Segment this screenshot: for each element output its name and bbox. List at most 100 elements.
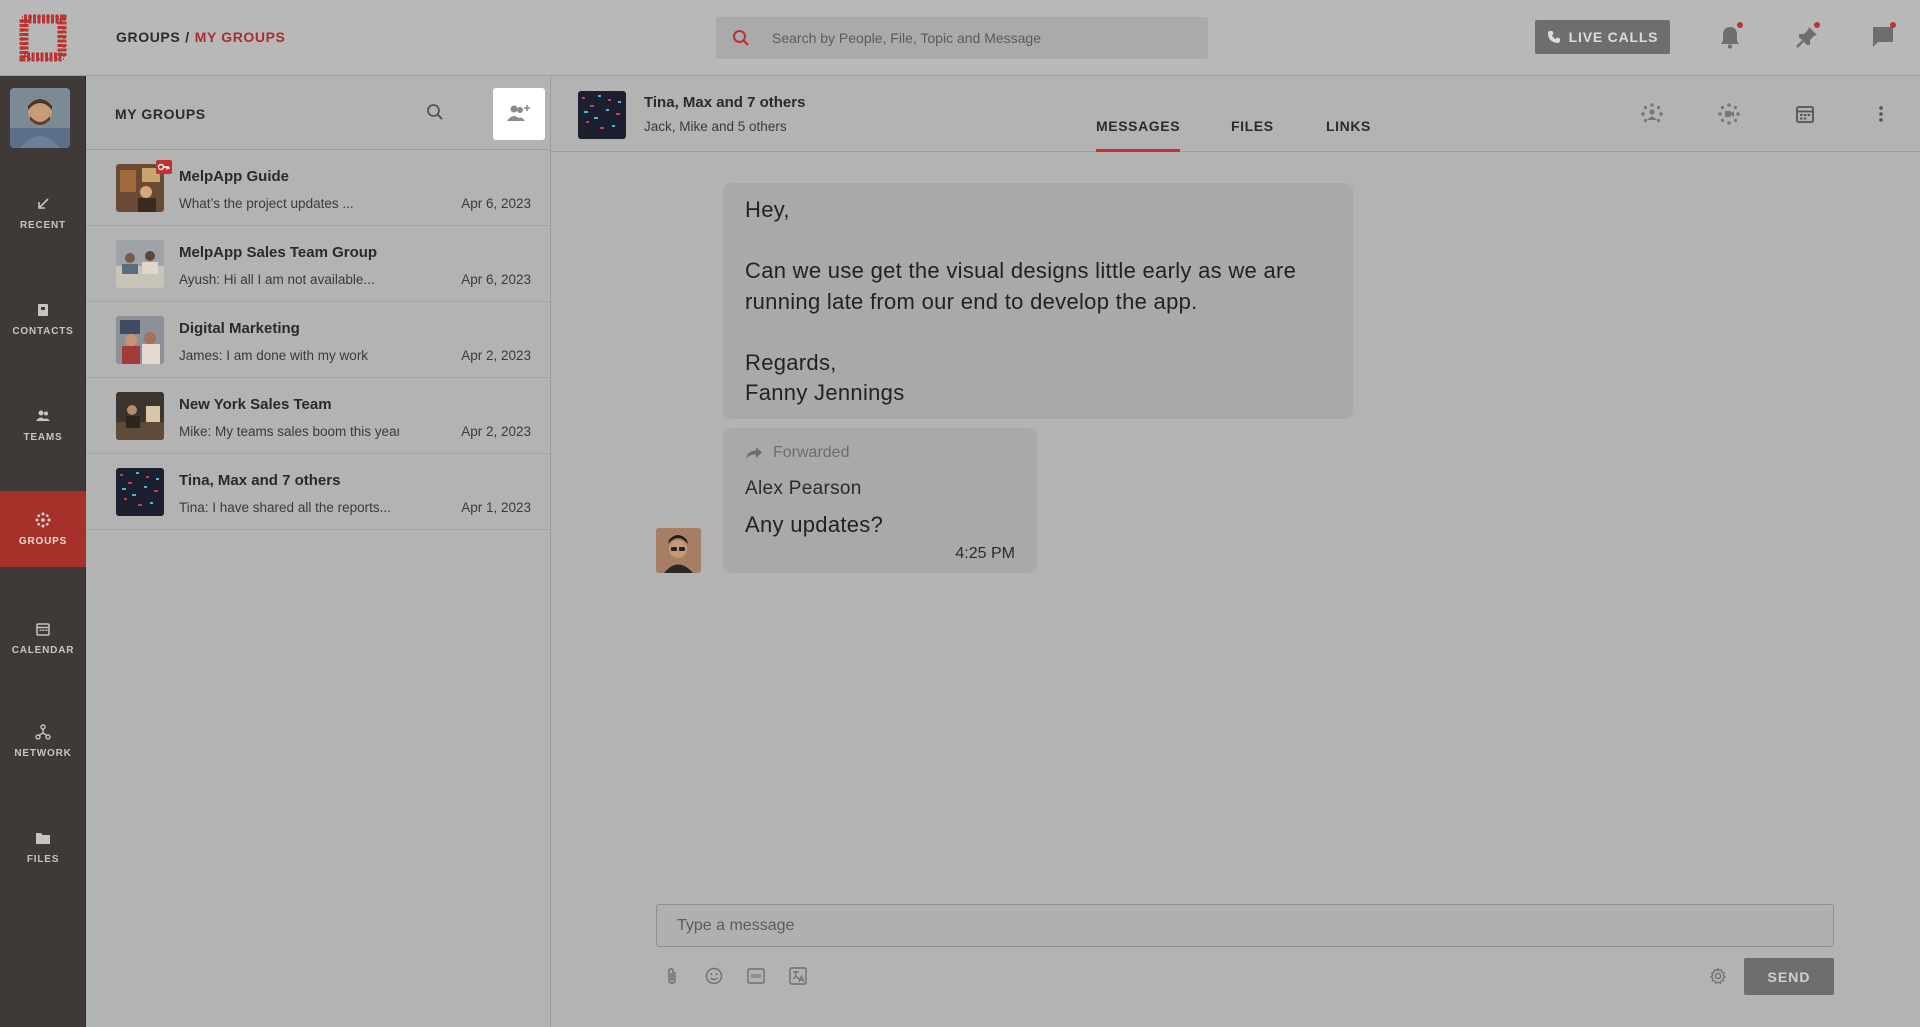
- search-icon: [733, 30, 749, 46]
- sender-avatar[interactable]: [656, 528, 701, 573]
- rail-item-recent[interactable]: RECENT: [0, 175, 86, 251]
- rail-item-files[interactable]: FILES: [0, 809, 86, 885]
- group-list-item[interactable]: New York Sales Team Mike: My teams sales…: [86, 378, 551, 454]
- search-input[interactable]: [772, 30, 1192, 46]
- breadcrumb-current: MY GROUPS: [194, 29, 286, 45]
- notification-dot: [1890, 22, 1896, 28]
- group-video-icon: [1718, 103, 1740, 125]
- rail-label: CALENDAR: [11, 644, 75, 656]
- chat-members[interactable]: Jack, Mike and 5 others: [644, 119, 787, 134]
- forwarded-label: Forwarded: [773, 444, 850, 461]
- schedule-meeting-button[interactable]: [1792, 101, 1818, 127]
- message-bubble[interactable]: Hey, Can we use get the visual designs l…: [723, 183, 1353, 419]
- tab-files[interactable]: FILES: [1231, 118, 1274, 152]
- calendar-icon: [36, 622, 50, 636]
- folder-icon: [36, 832, 50, 844]
- logo-icon: [19, 14, 67, 61]
- rail-item-calendar[interactable]: CALENDAR: [0, 600, 86, 676]
- contact-book-icon: [38, 303, 48, 316]
- group-name: Tina, Max and 7 others: [179, 472, 341, 489]
- group-call-button[interactable]: [1716, 101, 1742, 127]
- more-options-button[interactable]: [1868, 101, 1894, 127]
- forwarded-author: Alex Pearson: [745, 478, 862, 499]
- chat-title: Tina, Max and 7 others: [644, 94, 806, 111]
- rail-item-network[interactable]: NETWORK: [0, 703, 86, 779]
- rail-item-teams[interactable]: TEAMS: [0, 387, 86, 463]
- group-date: Apr 1, 2023: [461, 500, 531, 515]
- group-list-item[interactable]: MelpApp Guide What’s the project updates…: [86, 150, 551, 226]
- translate-icon: [789, 967, 807, 985]
- app-logo[interactable]: [0, 0, 86, 76]
- notification-dot: [1737, 22, 1743, 28]
- user-avatar[interactable]: [10, 88, 70, 148]
- message-time: 4:25 PM: [955, 545, 1015, 562]
- group-last-message: What’s the project updates ...: [179, 196, 354, 211]
- groups-dots-icon: [35, 512, 51, 527]
- phone-icon: [1547, 31, 1560, 43]
- pinned-button[interactable]: [1792, 22, 1822, 52]
- group-last-message: Mike: My teams sales boom this year.: [179, 424, 399, 439]
- group-thumbnail: [116, 392, 164, 440]
- group-name: MelpApp Sales Team Group: [179, 244, 378, 261]
- group-thumbnail: [116, 316, 164, 364]
- global-search[interactable]: [716, 17, 1208, 59]
- group-badge: [156, 160, 172, 174]
- calendar-icon: [1796, 106, 1814, 123]
- attach-button[interactable]: [660, 964, 684, 988]
- emoji-button[interactable]: [702, 964, 726, 988]
- breadcrumb-separator: /: [185, 29, 190, 45]
- rail-item-contacts[interactable]: CONTACTS: [0, 281, 86, 357]
- composer-settings-button[interactable]: [1706, 964, 1730, 988]
- pin-icon: [1796, 27, 1817, 48]
- rail-label: FILES: [26, 853, 60, 865]
- message-composer[interactable]: [656, 904, 1834, 947]
- chat-icon: [1873, 27, 1893, 47]
- rail-label: NETWORK: [14, 747, 72, 759]
- translate-button[interactable]: [786, 964, 810, 988]
- add-group-icon: [507, 105, 530, 121]
- bell-icon: [1721, 27, 1739, 49]
- rail-label: GROUPS: [18, 535, 68, 547]
- tab-links[interactable]: LINKS: [1326, 118, 1371, 152]
- create-group-button[interactable]: [493, 88, 545, 140]
- gif-icon: [747, 968, 765, 984]
- group-last-message: James: I am done with my work: [179, 348, 369, 363]
- people-icon: [36, 410, 50, 421]
- group-last-message: Tina: I have shared all the reports...: [179, 500, 391, 515]
- group-members-button[interactable]: [1639, 101, 1665, 127]
- message-closing: Regards,: [745, 349, 837, 375]
- message-input[interactable]: [657, 905, 1833, 946]
- send-button[interactable]: SEND: [1744, 958, 1834, 995]
- message-text: Any updates?: [745, 512, 884, 537]
- group-list-item[interactable]: Tina, Max and 7 others Tina: I have shar…: [86, 454, 551, 530]
- rail-label: TEAMS: [23, 431, 63, 443]
- smiley-icon: [705, 967, 723, 985]
- chat-group-thumbnail[interactable]: [578, 91, 626, 139]
- group-list-item[interactable]: MelpApp Sales Team Group Ayush: Hi all I…: [86, 226, 551, 302]
- breadcrumb-parent[interactable]: GROUPS: [116, 29, 180, 45]
- tab-messages[interactable]: MESSAGES: [1096, 118, 1181, 152]
- groups-panel-header: MY GROUPS: [86, 76, 551, 150]
- gif-button[interactable]: [744, 964, 768, 988]
- network-icon: [35, 723, 51, 740]
- group-date: Apr 6, 2023: [461, 196, 531, 211]
- message-signature: Fanny Jennings: [745, 380, 905, 405]
- live-calls-button[interactable]: LIVE CALLS: [1535, 20, 1670, 54]
- groups-search-button[interactable]: [426, 103, 444, 126]
- rail-item-groups[interactable]: GROUPS: [0, 491, 86, 567]
- group-list-item[interactable]: Digital Marketing James: I am done with …: [86, 302, 551, 378]
- forwarded-message-bubble[interactable]: Forwarded Alex Pearson Any updates? 4:25…: [723, 428, 1037, 573]
- groups-panel: MY GROUPS MelpApp Guide What’s the proje…: [86, 76, 551, 1027]
- top-bar: GROUPS /MY GROUPS LIVE CALLS: [86, 0, 1920, 76]
- live-calls-label: LIVE CALLS: [1568, 29, 1659, 45]
- group-date: Apr 2, 2023: [461, 348, 531, 363]
- message-body: Can we use get the visual designs little…: [745, 258, 1297, 314]
- paperclip-icon: [668, 968, 676, 984]
- breadcrumb: GROUPS / MY GROUPS: [116, 29, 286, 45]
- notifications-button[interactable]: [1715, 22, 1745, 52]
- arrow-down-left-icon: [38, 197, 49, 209]
- search-icon: [427, 104, 443, 120]
- gear-icon: [1710, 967, 1726, 985]
- rail-label: RECENT: [20, 219, 66, 231]
- messages-button[interactable]: [1868, 22, 1898, 52]
